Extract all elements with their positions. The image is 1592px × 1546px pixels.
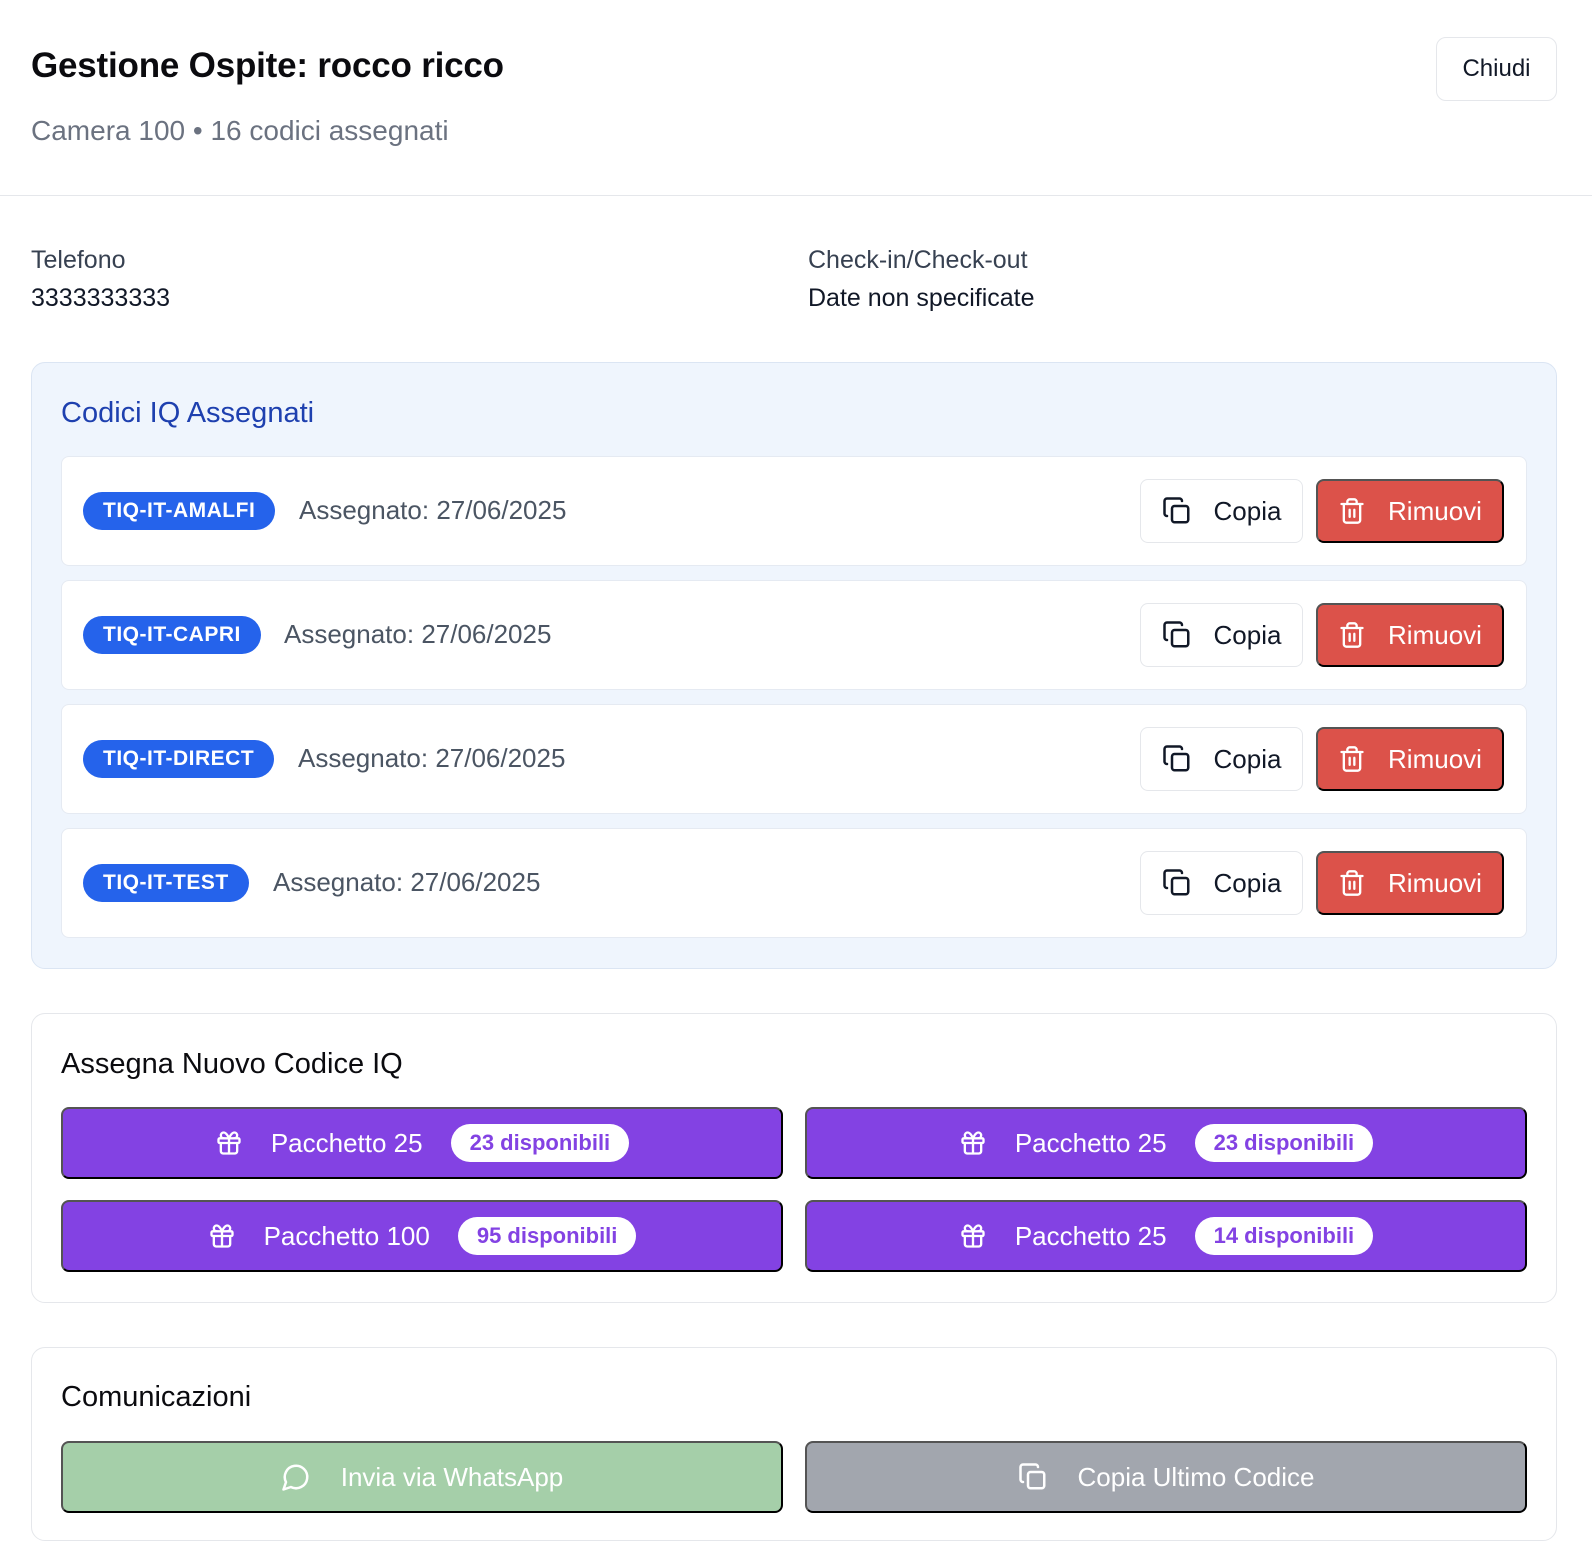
whatsapp-label: Invia via WhatsApp [340,1461,564,1492]
code-row: TIQ-IT-DIRECT Assegnato: 27/06/2025 Copi… [61,704,1527,814]
gift-icon [208,1222,236,1250]
page-subtitle: Camera 100 • 16 codici assegnati [31,115,449,146]
copy-label: Copia [1213,867,1282,898]
availability-badge: 95 disponibili [457,1217,637,1255]
chat-bubble-icon [281,1462,311,1492]
gift-icon [959,1129,987,1157]
communications-card: Comunicazioni Invia via WhatsApp Copia U… [31,1347,1557,1541]
remove-button[interactable]: Rimuovi [1316,603,1504,667]
code-badge: TIQ-IT-CAPRI [83,616,261,654]
copy-icon [1162,868,1192,898]
dates-label: Check-in/Check-out [808,246,1028,274]
package-button[interactable]: Pacchetto 25 23 disponibili [805,1107,1527,1179]
assigned-date: Assegnato: 27/06/2025 [299,495,567,525]
package-label: Pacchetto 100 [263,1220,430,1251]
assigned-date: Assegnato: 27/06/2025 [273,867,541,897]
package-label: Pacchetto 25 [1014,1220,1167,1251]
assign-code-card: Assegna Nuovo Codice IQ Pacchetto 25 23 … [31,1013,1557,1303]
communications-title: Comunicazioni [61,1381,252,1413]
assigned-date: Assegnato: 27/06/2025 [284,619,552,649]
code-row: TIQ-IT-AMALFI Assegnato: 27/06/2025 Copi… [61,456,1527,566]
code-row: TIQ-IT-CAPRI Assegnato: 27/06/2025 Copia… [61,580,1527,690]
code-row: TIQ-IT-TEST Assegnato: 27/06/2025 Copia … [61,828,1527,938]
copy-icon [1162,620,1192,650]
guest-management-dialog: Gestione Ospite: rocco ricco Camera 100 … [0,0,1592,1546]
remove-label: Rimuovi [1388,495,1482,526]
dialog-header: Gestione Ospite: rocco ricco Camera 100 … [0,0,1592,196]
phone-value: 3333333333 [31,284,171,312]
copy-button[interactable]: Copia [1140,603,1303,667]
gift-icon [215,1129,243,1157]
code-badge: TIQ-IT-AMALFI [83,492,276,530]
remove-button[interactable]: Rimuovi [1316,727,1504,791]
trash-icon [1338,621,1366,649]
copy-button[interactable]: Copia [1140,727,1303,791]
availability-badge: 23 disponibili [450,1124,630,1162]
availability-badge: 23 disponibili [1194,1124,1374,1162]
package-button[interactable]: Pacchetto 25 23 disponibili [61,1107,783,1179]
dates-value: Date non specificate [808,284,1035,312]
remove-label: Rimuovi [1388,743,1482,774]
trash-icon [1338,869,1366,897]
remove-button[interactable]: Rimuovi [1316,479,1504,543]
assigned-date: Assegnato: 27/06/2025 [298,743,566,773]
trash-icon [1338,745,1366,773]
assigned-codes-panel: Codici IQ Assegnati TIQ-IT-AMALFI Assegn… [31,362,1557,969]
copy-icon [1162,744,1192,774]
copy-button[interactable]: Copia [1140,479,1303,543]
whatsapp-button[interactable]: Invia via WhatsApp [61,1441,783,1513]
code-badge: TIQ-IT-TEST [83,864,249,902]
package-button[interactable]: Pacchetto 25 14 disponibili [805,1200,1527,1272]
copy-icon [1162,496,1192,526]
copy-label: Copia [1213,743,1282,774]
trash-icon [1338,497,1366,525]
gift-icon [959,1222,987,1250]
page-title: Gestione Ospite: rocco ricco [31,46,504,85]
remove-label: Rimuovi [1388,619,1482,650]
assigned-codes-title: Codici IQ Assegnati [61,397,315,429]
remove-label: Rimuovi [1388,867,1482,898]
package-label: Pacchetto 25 [1014,1127,1167,1158]
package-label: Pacchetto 25 [270,1127,423,1158]
remove-button[interactable]: Rimuovi [1316,851,1504,915]
close-button[interactable]: Chiudi [1436,37,1557,101]
copy-icon [1018,1462,1048,1492]
copy-last-code-button[interactable]: Copia Ultimo Codice [805,1441,1527,1513]
copy-last-code-label: Copia Ultimo Codice [1077,1461,1315,1492]
copy-label: Copia [1213,495,1282,526]
copy-button[interactable]: Copia [1140,851,1303,915]
code-badge: TIQ-IT-DIRECT [83,740,275,778]
phone-label: Telefono [31,246,126,274]
assign-code-title: Assegna Nuovo Codice IQ [61,1048,403,1080]
copy-label: Copia [1213,619,1282,650]
availability-badge: 14 disponibili [1194,1217,1374,1255]
package-button[interactable]: Pacchetto 100 95 disponibili [61,1200,783,1272]
